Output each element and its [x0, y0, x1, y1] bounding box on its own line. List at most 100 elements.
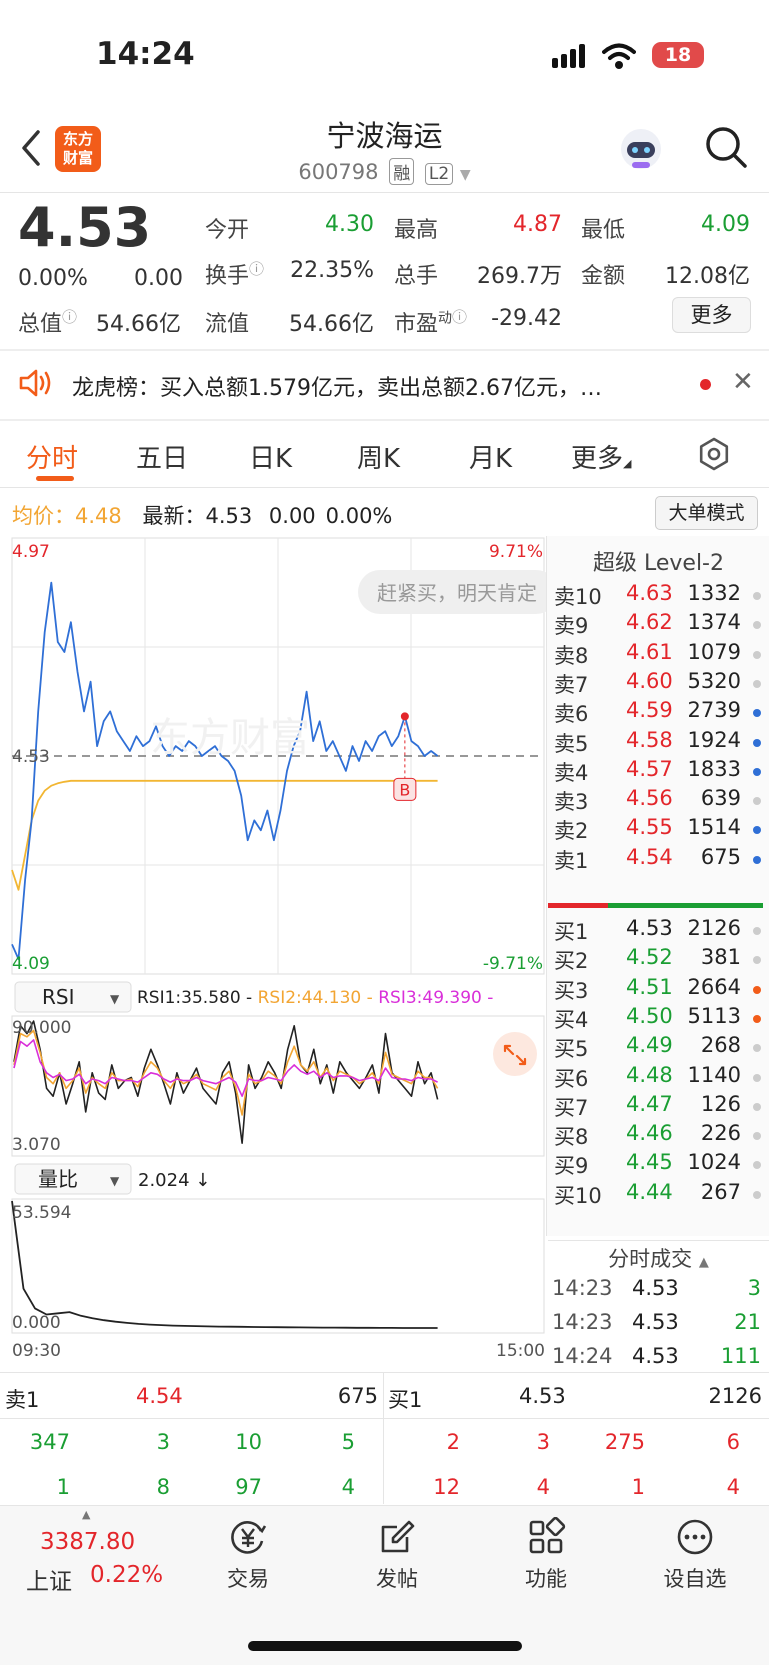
notice-text[interactable]: 龙虎榜：买入总额1.579亿元，卖出总额2.67亿元，… [72, 370, 602, 402]
bid-price: 4.48 [626, 1062, 673, 1087]
ask-row[interactable]: 卖10 4.63 1332 [548, 581, 769, 612]
nav-functions[interactable]: 功能 [496, 1517, 596, 1593]
y-mid-label: 4.53 [12, 747, 50, 767]
y-bottom-label: 4.09 [12, 954, 50, 974]
info-icon: ⓘ [249, 260, 265, 278]
tab-fenshi[interactable]: 分时 [26, 438, 78, 475]
big-order-mode-button[interactable]: 大单模式 [655, 496, 758, 530]
ask-volume: 1833 [687, 756, 741, 781]
caret-up-icon: ▲ [698, 1255, 709, 1270]
bid-row[interactable]: 买2 4.52 381 [548, 945, 769, 976]
tab-daily-k[interactable]: 日K [249, 438, 292, 475]
ask-level: 卖4 [554, 760, 589, 785]
bid-row[interactable]: 买10 4.44 267 [548, 1180, 769, 1211]
tab-more[interactable]: 更多◢ [571, 438, 631, 475]
ask-row[interactable]: 卖9 4.62 1374 [548, 610, 769, 641]
nav-add-watchlist[interactable]: 设自选 [645, 1517, 745, 1593]
bid-row[interactable]: 买8 4.46 226 [548, 1121, 769, 1152]
ask-price: 4.59 [626, 698, 673, 723]
intraday-chart[interactable]: B 东方财富 赶紧买，明天肯定 4.97 4.09 4.53 9.71% -9.… [0, 536, 548, 1374]
bid-volume: 5113 [687, 1003, 741, 1028]
bid-row[interactable]: 买6 4.48 1140 [548, 1063, 769, 1094]
total-cap-label: 总值ⓘ [18, 308, 78, 337]
ask-price: 4.58 [626, 727, 673, 752]
signal-icon [552, 44, 592, 68]
ask-price: 4.54 [626, 844, 673, 869]
index-name[interactable]: 上证 [26, 1562, 72, 1596]
ask-row[interactable]: 卖4 4.57 1833 [548, 757, 769, 788]
ask-price: 4.61 [626, 639, 673, 664]
bid-level: 买1 [554, 920, 589, 944]
expand-icon[interactable] [493, 1032, 537, 1076]
queue-buy-cell: 1 [631, 1475, 645, 1499]
bid-row[interactable]: 买3 4.51 2664 [548, 975, 769, 1006]
avg-price-line [11, 779, 438, 891]
nav-trade[interactable]: 交易 [198, 1517, 298, 1593]
ask-row[interactable]: 卖8 4.61 1079 [548, 640, 769, 671]
tick-time: 14:23 [552, 1276, 613, 1300]
ask-row[interactable]: 卖7 4.60 5320 [548, 669, 769, 700]
tick-price: 4.53 [632, 1344, 679, 1368]
bid-price: 4.53 [626, 916, 673, 940]
order-dot [753, 985, 761, 994]
tick-time: 14:24 [552, 1344, 613, 1368]
rsi-top-label: 90.000 [12, 1018, 71, 1038]
tick-volume: 3 [747, 1276, 761, 1300]
level2-title[interactable]: 超级 Level-2 [548, 545, 769, 577]
order-dot [753, 1102, 761, 1111]
volume-ratio-label: 量比 [38, 1167, 78, 1191]
tab-monthly-k[interactable]: 月K [469, 438, 512, 475]
bid-row[interactable]: 买4 4.50 5113 [548, 1004, 769, 1035]
index-value[interactable]: 3387.80 [40, 1529, 135, 1555]
tick-volume: 111 [720, 1344, 761, 1368]
ask-row[interactable]: 卖1 4.54 675 [548, 845, 769, 876]
ask-volume: 1079 [687, 639, 741, 664]
queue-divider [383, 1372, 384, 1504]
notice-dot [700, 379, 711, 390]
index-pct[interactable]: 0.22% [90, 1562, 163, 1588]
float-cap-value: 54.66亿 [289, 312, 374, 337]
ask-row[interactable]: 卖2 4.55 1514 [548, 815, 769, 846]
tick-panel-header[interactable]: 分时成交 ▲ [548, 1240, 769, 1271]
order-dot [753, 1190, 761, 1199]
queue-buy-cell: 275 [604, 1430, 645, 1454]
ask-row[interactable]: 卖3 4.56 639 [548, 786, 769, 817]
low-value: 4.09 [701, 212, 750, 237]
ask-level: 卖9 [554, 614, 589, 639]
more-button[interactable]: 更多 [672, 297, 751, 333]
tab-weekly-k[interactable]: 周K [357, 438, 400, 475]
caret-up-small-icon: ▲ [82, 1508, 91, 1521]
robot-assistant-icon[interactable] [618, 126, 664, 172]
ask-level: 卖1 [554, 848, 589, 873]
rsi2-value: RSI2:44.130 [258, 988, 362, 1008]
comment-bubble-text: 赶紧买，明天肯定 [377, 581, 537, 605]
current-price: 4.53 [18, 196, 152, 259]
caret-down-icon: ▼ [459, 167, 471, 183]
ask-row[interactable]: 卖5 4.58 1924 [548, 728, 769, 759]
open-value: 4.30 [325, 212, 374, 237]
queue-sell-cell: 97 [235, 1475, 262, 1499]
bid-row[interactable]: 买9 4.45 1024 [548, 1150, 769, 1181]
status-time: 14:24 [96, 36, 195, 72]
order-dot [753, 767, 761, 776]
bid-price: 4.44 [626, 1179, 673, 1204]
queue-sell-cell: 347 [29, 1430, 70, 1454]
queue-buy-cell: 4 [726, 1475, 740, 1499]
queue-buy-cell: 6 [726, 1430, 740, 1454]
ask-row[interactable]: 卖6 4.59 2739 [548, 698, 769, 729]
nav-post[interactable]: 发帖 [347, 1517, 447, 1593]
bid-volume: 1140 [687, 1062, 741, 1087]
queue-sell-vol: 675 [337, 1384, 378, 1408]
bid-row[interactable]: 买5 4.49 268 [548, 1033, 769, 1064]
tab-five-day[interactable]: 五日 [136, 438, 188, 475]
tick-price: 4.53 [632, 1310, 679, 1334]
queue-sell-cell: 3 [156, 1430, 170, 1454]
gear-icon[interactable] [697, 437, 731, 471]
search-icon[interactable] [703, 124, 749, 170]
bid-row[interactable]: 买7 4.47 126 [548, 1092, 769, 1123]
ask-price: 4.60 [626, 668, 673, 693]
bid-row[interactable]: 买1 4.53 2126 [548, 916, 769, 947]
bid-volume: 1024 [687, 1150, 741, 1175]
close-icon[interactable]: ✕ [732, 367, 754, 397]
ask-level: 卖8 [554, 643, 589, 668]
